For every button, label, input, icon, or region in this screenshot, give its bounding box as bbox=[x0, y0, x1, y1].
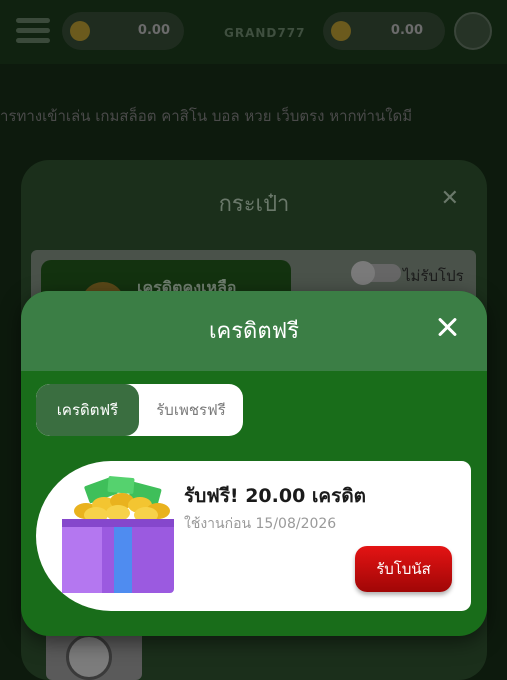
avatar[interactable] bbox=[454, 12, 492, 50]
free-credit-modal: เครดิตฟรี เครดิตฟรี รับเพชรฟรี รับฟรี! 2… bbox=[21, 291, 487, 636]
balance-right-value: 0.00 bbox=[390, 23, 423, 38]
coin-icon bbox=[70, 21, 90, 41]
tab-bar: เครดิตฟรี รับเพชรฟรี bbox=[36, 384, 243, 436]
offer-title: รับฟรี! 20.00 เครดิต bbox=[184, 485, 367, 507]
balance-pill-right[interactable]: 0.00 bbox=[323, 12, 445, 50]
offer-expiry: ใช้งานก่อน 15/08/2026 bbox=[184, 516, 337, 532]
site-logo: GRAND777 bbox=[224, 26, 306, 40]
clock-icon bbox=[66, 634, 112, 680]
close-icon[interactable] bbox=[435, 315, 459, 339]
menu-icon[interactable] bbox=[16, 18, 50, 46]
wallet-close-icon[interactable]: ✕ bbox=[441, 186, 459, 211]
promo-toggle[interactable] bbox=[351, 261, 401, 285]
top-bar: 0.00 GRAND777 0.00 bbox=[0, 0, 507, 64]
offer-card: รับฟรี! 20.00 เครดิต ใช้งานก่อน 15/08/20… bbox=[36, 461, 471, 611]
announcement-marquee: ารทางเข้าเล่น เกมสล็อต คาสิโน บอล หวย เว… bbox=[0, 107, 413, 125]
balance-pill-left[interactable]: 0.00 bbox=[62, 12, 184, 50]
tab-free-diamonds[interactable]: รับเพชรฟรี bbox=[139, 384, 243, 436]
wallet-title: กระเป๋า bbox=[218, 192, 290, 217]
balance-left-value: 0.00 bbox=[137, 23, 170, 38]
promo-toggle-label: ไม่รับโปร bbox=[403, 267, 464, 285]
modal-header: เครดิตฟรี bbox=[21, 291, 487, 371]
coin-icon bbox=[331, 21, 351, 41]
gift-box-icon bbox=[62, 476, 174, 593]
tab-free-credit[interactable]: เครดิตฟรี bbox=[36, 384, 139, 436]
modal-title: เครดิตฟรี bbox=[208, 319, 300, 344]
claim-bonus-button[interactable]: รับโบนัส bbox=[355, 546, 452, 592]
